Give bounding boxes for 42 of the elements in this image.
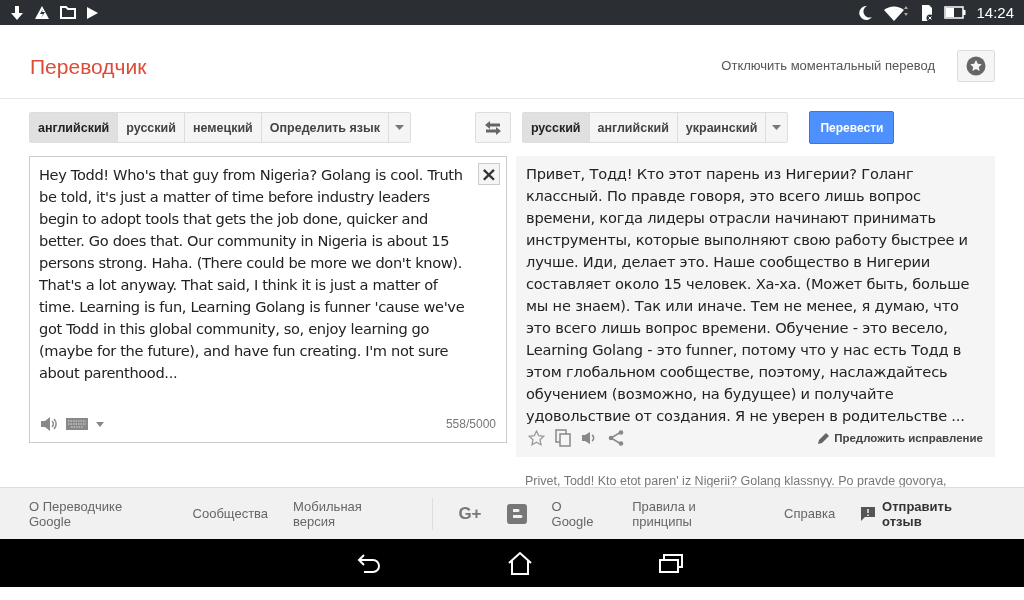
recent-apps-icon[interactable] [657,552,684,574]
share-icon[interactable] [608,430,624,446]
saved-button[interactable] [957,49,995,82]
feedback-icon [860,505,877,522]
language-tab[interactable]: русский [522,113,590,142]
star-icon[interactable] [528,429,545,447]
sd-card-icon [919,3,935,22]
character-counter: 558/5000 [445,417,496,431]
caret-icon[interactable] [96,421,104,427]
footer-link[interactable]: Сообщества [192,506,269,521]
copy-icon[interactable] [555,429,571,447]
instant-translation-link[interactable]: Отключить моментальный перевод [721,58,935,73]
source-text-field[interactable]: Hey Todd! Who's that guy from Nigeria? Golang is cool. Truth be told, it's just a matter of time before industry leaders begin to adopt tools that gets the job done, quicker and better. Go does that. Our community in Nigeria is about 15 persons strong. Haha. (There could be more we don't know). That's a lot anyway. That said, I think it is just a matter of time. Learning is fun, Learning Golang is funner 'cause we've got Todd in this global community, so, enjoy learning go (maybe for the future), and have fun creating. I'm not sure about parenthood... [30,157,470,412]
home-icon[interactable] [506,551,533,575]
app-title: Переводчик [30,54,148,79]
clear-button[interactable]: × [478,163,500,185]
footer-link[interactable]: Справка [784,506,836,521]
footer-link[interactable]: Правила и принципы [632,498,760,529]
transliteration-text: Privet, Todd! Kto etot paren' iz Nigerii? Golang klassnyy. Po pravde govorya, [524,473,948,488]
google-plus-link[interactable]: G+ [458,503,482,524]
download-icon [10,4,24,21]
swap-languages-button[interactable] [474,112,511,143]
warning-icon [34,5,50,20]
folder-icon [60,6,76,19]
battery-icon [944,6,967,19]
back-icon[interactable] [355,552,382,574]
suggest-edit-link[interactable]: Предложить исправление [817,431,983,445]
caret-icon [394,125,404,130]
speaker-icon[interactable] [40,416,58,432]
footer-link[interactable]: О Переводчике Google [29,498,168,529]
play-store-icon [86,5,99,20]
blogger-icon[interactable] [506,503,527,524]
translation-text: Привет, Тодд! Кто этот парень из Нигерии? Голанг классный. По правде говоря, это всего лишь вопрос времени, когда лидеры отрасли начинают принимать инструменты, которые выполняют свою работу быстрее и лучше. Иди, делает это. Наше сообщество в Нигерии составляет около 15 человек. Ха-ха. (Может быть, больше мы не знаем). Так или иначе. Тем не менее, я думаю, что это всего лишь вопрос времени. Обучение - это весело, Learning Golang - это funner, потому что у нас есть Тодд в этом глобальном сообществе, поэтому, наслаждайтесь обучением (возможно, на будущее) и получайте удовольствие от создания. Я не уверен в родительстве ... [525,164,971,426]
footer-link[interactable]: О Google [551,498,608,529]
footer-link[interactable]: Мобильная версия [293,498,408,529]
feedback-link[interactable]: Отправить отзыв [860,498,995,529]
caret-icon [772,125,782,130]
clock-time: 14:24 [976,4,1014,21]
pencil-icon [817,431,831,445]
moon-icon [857,4,874,21]
swap-icon [483,119,502,136]
language-tab[interactable]: английский [30,113,119,142]
